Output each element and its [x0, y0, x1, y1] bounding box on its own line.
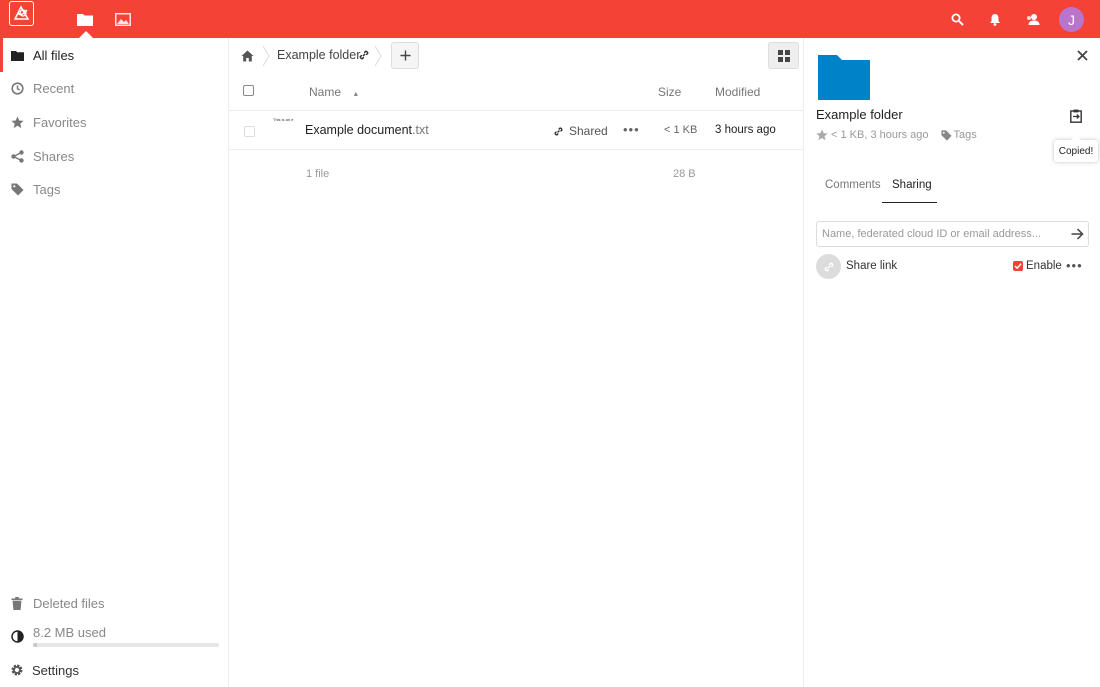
- quota-progress-fill: [33, 643, 37, 647]
- enable-label: Enable: [1026, 260, 1062, 272]
- tag-icon: [10, 182, 24, 196]
- sidebar-item-label: Tags: [33, 181, 61, 197]
- column-header-label: Name: [309, 85, 342, 99]
- sidebar-item-all-files[interactable]: All files: [0, 38, 228, 72]
- sidebar-item-tags[interactable]: Tags: [0, 172, 228, 206]
- sidebar-item-label: Favorites: [33, 114, 87, 130]
- link-icon[interactable]: [357, 48, 371, 62]
- shared-button[interactable]: Shared: [553, 124, 608, 138]
- more-options-icon[interactable]: •••: [623, 122, 640, 137]
- file-list-area: Example folder Name ▲ Size Modified This…: [229, 38, 803, 687]
- share-icon: [10, 149, 24, 163]
- gear-icon: [10, 663, 24, 677]
- column-header-name[interactable]: Name ▲: [309, 85, 359, 99]
- column-header-modified[interactable]: Modified: [715, 85, 760, 99]
- arrow-right-icon[interactable]: [1070, 227, 1084, 241]
- home-icon[interactable]: [239, 48, 255, 64]
- row-checkbox[interactable]: [244, 126, 255, 137]
- file-size: < 1 KB: [664, 124, 698, 136]
- folder-icon: [10, 48, 24, 62]
- breadcrumb-separator: [374, 45, 382, 67]
- details-title: Example folder: [816, 107, 903, 122]
- share-link-avatar: [816, 254, 841, 279]
- breadcrumb-folder[interactable]: Example folder: [277, 48, 360, 62]
- sidebar-item-settings[interactable]: Settings: [0, 653, 228, 687]
- notifications-bell-icon[interactable]: [986, 10, 1004, 28]
- sidebar-item-label: Shares: [33, 148, 75, 164]
- quota-label: 8.2 MB used: [33, 625, 106, 640]
- share-with-input[interactable]: [816, 221, 1089, 247]
- shared-label: Shared: [569, 124, 608, 138]
- sidebar-item-recent[interactable]: Recent: [0, 71, 228, 105]
- top-header: J: [0, 0, 1100, 38]
- active-tab-indicator: [882, 202, 937, 203]
- file-modified: 3 hours ago: [715, 124, 776, 136]
- star-icon: [10, 115, 24, 129]
- file-basename: Example document: [305, 123, 413, 137]
- enable-share-link-checkbox[interactable]: Enable: [1013, 260, 1062, 272]
- column-header-size[interactable]: Size: [658, 85, 681, 99]
- clock-icon: [10, 81, 24, 95]
- more-options-icon[interactable]: •••: [1066, 258, 1083, 273]
- sidebar-item-favorites[interactable]: Favorites: [0, 105, 228, 139]
- favorite-star-icon[interactable]: [816, 129, 828, 141]
- search-icon[interactable]: [948, 10, 966, 28]
- tab-sharing[interactable]: Sharing: [892, 179, 932, 191]
- total-size-summary: 28 B: [673, 168, 696, 180]
- quota-progress-bar: [33, 643, 219, 647]
- checkbox-checked-icon: [1013, 261, 1023, 271]
- select-all-checkbox[interactable]: [243, 85, 254, 96]
- link-icon: [554, 126, 563, 136]
- folder-large-icon: [818, 55, 870, 100]
- details-sidebar: Example folder Copied! < 1 KB, 3 hours a…: [803, 38, 1100, 687]
- plus-icon: [400, 50, 410, 61]
- nextcloud-logo-icon[interactable]: [9, 1, 34, 26]
- details-meta: < 1 KB, 3 hours ago Tags: [816, 129, 977, 141]
- gallery-app-icon[interactable]: [114, 10, 132, 28]
- contacts-icon[interactable]: [1024, 10, 1042, 28]
- user-avatar[interactable]: J: [1059, 7, 1084, 32]
- sidebar-item-label: Recent: [33, 80, 75, 96]
- file-count-summary: 1 file: [306, 168, 330, 180]
- new-file-button[interactable]: [391, 42, 419, 69]
- tags-link[interactable]: Tags: [954, 129, 977, 141]
- file-name[interactable]: Example document.txt: [305, 123, 429, 137]
- active-app-caret: [79, 31, 93, 38]
- share-link-label: Share link: [846, 260, 898, 272]
- clipboard-icon[interactable]: [1068, 108, 1084, 124]
- details-size-time: < 1 KB, 3 hours ago: [831, 129, 929, 141]
- tab-comments[interactable]: Comments: [825, 179, 881, 191]
- tag-icon: [940, 129, 953, 141]
- row-divider: [229, 110, 803, 111]
- grid-view-toggle-button[interactable]: [768, 42, 799, 69]
- sort-ascending-icon: ▲: [352, 91, 360, 98]
- row-divider: [229, 149, 803, 150]
- files-app-icon[interactable]: [76, 10, 94, 28]
- trash-icon: [10, 596, 24, 610]
- app-navigation-sidebar: All files Recent Favorites Shares Tags D…: [0, 38, 229, 687]
- sidebar-item-label: Deleted files: [33, 595, 105, 611]
- link-icon: [824, 262, 833, 271]
- grid-icon: [777, 49, 790, 62]
- sidebar-item-shares[interactable]: Shares: [0, 139, 228, 173]
- sidebar-item-label: All files: [33, 47, 75, 63]
- breadcrumb-separator: [262, 45, 270, 67]
- copied-tooltip: Copied!: [1054, 135, 1098, 162]
- file-thumbnail: This is an e: [273, 117, 294, 122]
- quota-pie-icon: [10, 629, 24, 643]
- sidebar-item-label: Settings: [32, 662, 79, 678]
- close-icon[interactable]: [1075, 48, 1089, 62]
- file-extension: .txt: [412, 123, 429, 137]
